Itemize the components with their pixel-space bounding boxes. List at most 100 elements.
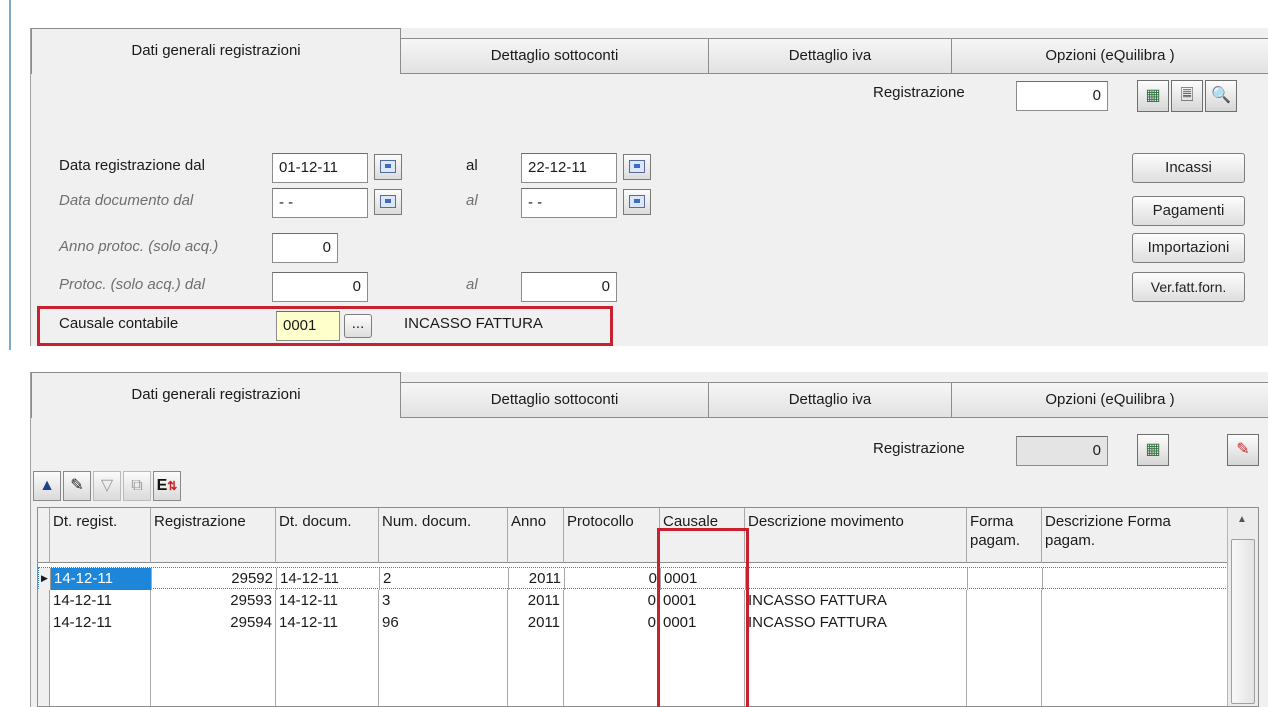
cell-anno[interactable]: 2011 (509, 568, 565, 590)
vertical-scrollbar[interactable]: ▲ (1227, 508, 1258, 706)
cell-anno[interactable]: 2011 (508, 590, 564, 612)
cell-protocollo[interactable]: 0 (565, 568, 661, 590)
col-dt-regist[interactable]: Dt. regist. (50, 508, 151, 563)
table-row[interactable]: ▶ 14-12-11 29592 14-12-11 2 2011 0 0001 (38, 567, 1229, 590)
calendar-icon[interactable] (623, 189, 651, 215)
cell-descrizione-forma-pagam[interactable] (1043, 568, 1229, 590)
calendar-icon[interactable] (374, 189, 402, 215)
registrazione-field: 0 (1016, 436, 1108, 466)
cell-descrizione-movimento[interactable]: INCASSO FATTURA (745, 612, 967, 634)
scroll-up-icon[interactable]: ▲ (33, 471, 61, 501)
cell-dt-regist[interactable]: 14-12-11 (50, 590, 151, 612)
cell-forma-pagam[interactable] (968, 568, 1043, 590)
tab-dettaglio-iva[interactable]: Dettaglio iva (708, 382, 952, 418)
col-descrizione-movimento[interactable]: Descrizione movimento (745, 508, 967, 563)
filter-panel: Dati generali registrazioni Dettaglio so… (30, 28, 1268, 346)
cell-forma-pagam[interactable] (967, 612, 1042, 634)
protoc-label: Protoc. (solo acq.) dal (59, 276, 205, 293)
col-dt-docum[interactable]: Dt. docum. (276, 508, 379, 563)
tab-opzioni[interactable]: Opzioni (eQuilibra ) (951, 382, 1268, 418)
tab-dettaglio-iva[interactable]: Dettaglio iva (708, 38, 952, 74)
table-row[interactable]: 14-12-11 29594 14-12-11 96 2011 0 0001 I… (38, 612, 1228, 634)
cell-registrazione[interactable]: 29593 (151, 590, 276, 612)
importazioni-button[interactable]: Importazioni (1132, 233, 1245, 263)
calendar-icon[interactable] (374, 154, 402, 180)
cell-dt-regist[interactable]: 14-12-11 (50, 612, 151, 634)
protoc-dal-field[interactable]: 0 (272, 272, 368, 302)
scroll-up-arrow-icon[interactable]: ▲ (1237, 514, 1247, 525)
registrazione-label: Registrazione (873, 440, 965, 457)
col-registrazione[interactable]: Registrazione (151, 508, 276, 563)
tab-opzioni[interactable]: Opzioni (eQuilibra ) (951, 38, 1268, 74)
cell-dt-docum[interactable]: 14-12-11 (276, 590, 379, 612)
tab-dettaglio-sottoconti[interactable]: Dettaglio sottoconti (400, 38, 709, 74)
data-registrazione-dal-field[interactable]: 01-12-11 (272, 153, 368, 183)
col-anno[interactable]: Anno (508, 508, 564, 563)
grid-toolbar: ▲ ✎ ▽ ⧉ E⇅ (33, 469, 293, 507)
empty-cell (967, 634, 1042, 706)
anno-protoc-field[interactable]: 0 (272, 233, 338, 263)
col-num-docum[interactable]: Num. docum. (379, 508, 508, 563)
filter-icon[interactable]: ▽ (93, 471, 121, 501)
tab-dettaglio-sottoconti[interactable]: Dettaglio sottoconti (400, 382, 709, 418)
left-border-accent (9, 0, 11, 350)
cell-descrizione-movimento[interactable]: INCASSO FATTURA (745, 590, 967, 612)
copy-icon[interactable]: ⧉ (123, 471, 151, 501)
data-documento-al-field[interactable]: - - (521, 188, 617, 218)
cell-protocollo[interactable]: 0 (564, 590, 660, 612)
col-descrizione-forma-pagam[interactable]: Descrizione Forma pagam. (1042, 508, 1228, 563)
row-indicator (38, 612, 50, 634)
empty-cell (1042, 634, 1228, 706)
empty-cell (50, 634, 151, 706)
registrations-grid[interactable]: Dt. regist. Registrazione Dt. docum. Num… (37, 507, 1259, 707)
col-forma-pagam[interactable]: Forma pagam. (967, 508, 1042, 563)
tab-divider (401, 417, 1268, 418)
cell-num-docum[interactable]: 3 (379, 590, 508, 612)
anno-protoc-label: Anno protoc. (solo acq.) (59, 238, 219, 255)
tab-divider (401, 73, 1268, 74)
tab-dati-generali[interactable]: Dati generali registrazioni (31, 372, 401, 418)
incassi-button[interactable]: Incassi (1132, 153, 1245, 183)
cell-forma-pagam[interactable] (967, 590, 1042, 612)
search-record-icon[interactable]: ▦ (1137, 80, 1169, 112)
pagamenti-button[interactable]: Pagamenti (1132, 196, 1245, 226)
filter-edit-icon[interactable]: ✎ (63, 471, 91, 501)
data-documento-dal-field[interactable]: - - (272, 188, 368, 218)
export-excel-icon[interactable]: E⇅ (153, 471, 181, 501)
cell-descrizione-movimento[interactable] (746, 568, 968, 590)
cell-num-docum[interactable]: 2 (380, 568, 509, 590)
cell-anno[interactable]: 2011 (508, 612, 564, 634)
cell-protocollo[interactable]: 0 (564, 612, 660, 634)
calendar-icon[interactable] (623, 154, 651, 180)
registrazione-field[interactable]: 0 (1016, 81, 1108, 111)
row-indicator (38, 590, 50, 612)
search-record-icon[interactable]: ▦ (1137, 434, 1169, 466)
cell-num-docum[interactable]: 96 (379, 612, 508, 634)
cell-dt-docum[interactable]: 14-12-11 (277, 568, 380, 590)
row-indicator (38, 634, 50, 706)
cell-descrizione-forma-pagam[interactable] (1042, 612, 1228, 634)
scrollbar-thumb[interactable] (1231, 539, 1255, 704)
find-icon[interactable]: 🔍 (1205, 80, 1237, 112)
empty-grid-area (38, 634, 1228, 706)
cell-registrazione[interactable]: 29592 (152, 568, 277, 590)
data-registrazione-al-field[interactable]: 22-12-11 (521, 153, 617, 183)
cell-registrazione[interactable]: 29594 (151, 612, 276, 634)
cell-descrizione-forma-pagam[interactable] (1042, 590, 1228, 612)
data-registrazione-label: Data registrazione dal (59, 157, 205, 174)
cell-dt-regist[interactable]: 14-12-11 (51, 568, 152, 590)
new-document-icon[interactable]: 🗏 (1171, 80, 1203, 112)
row-indicator-header (38, 508, 50, 563)
edit-record-icon[interactable]: ✎ (1227, 434, 1259, 466)
tab-dati-generali[interactable]: Dati generali registrazioni (31, 28, 401, 74)
empty-cell (276, 634, 379, 706)
cell-dt-docum[interactable]: 14-12-11 (276, 612, 379, 634)
tab-bar: Dati generali registrazioni Dettaglio so… (31, 372, 1268, 418)
empty-cell (564, 634, 660, 706)
col-protocollo[interactable]: Protocollo (564, 508, 660, 563)
empty-cell (379, 634, 508, 706)
table-row[interactable]: 14-12-11 29593 14-12-11 3 2011 0 0001 IN… (38, 590, 1228, 612)
results-panel: Dati generali registrazioni Dettaglio so… (30, 372, 1268, 707)
ver-fatt-forn-button[interactable]: Ver.fatt.forn. (1132, 272, 1245, 302)
protoc-al-field[interactable]: 0 (521, 272, 617, 302)
